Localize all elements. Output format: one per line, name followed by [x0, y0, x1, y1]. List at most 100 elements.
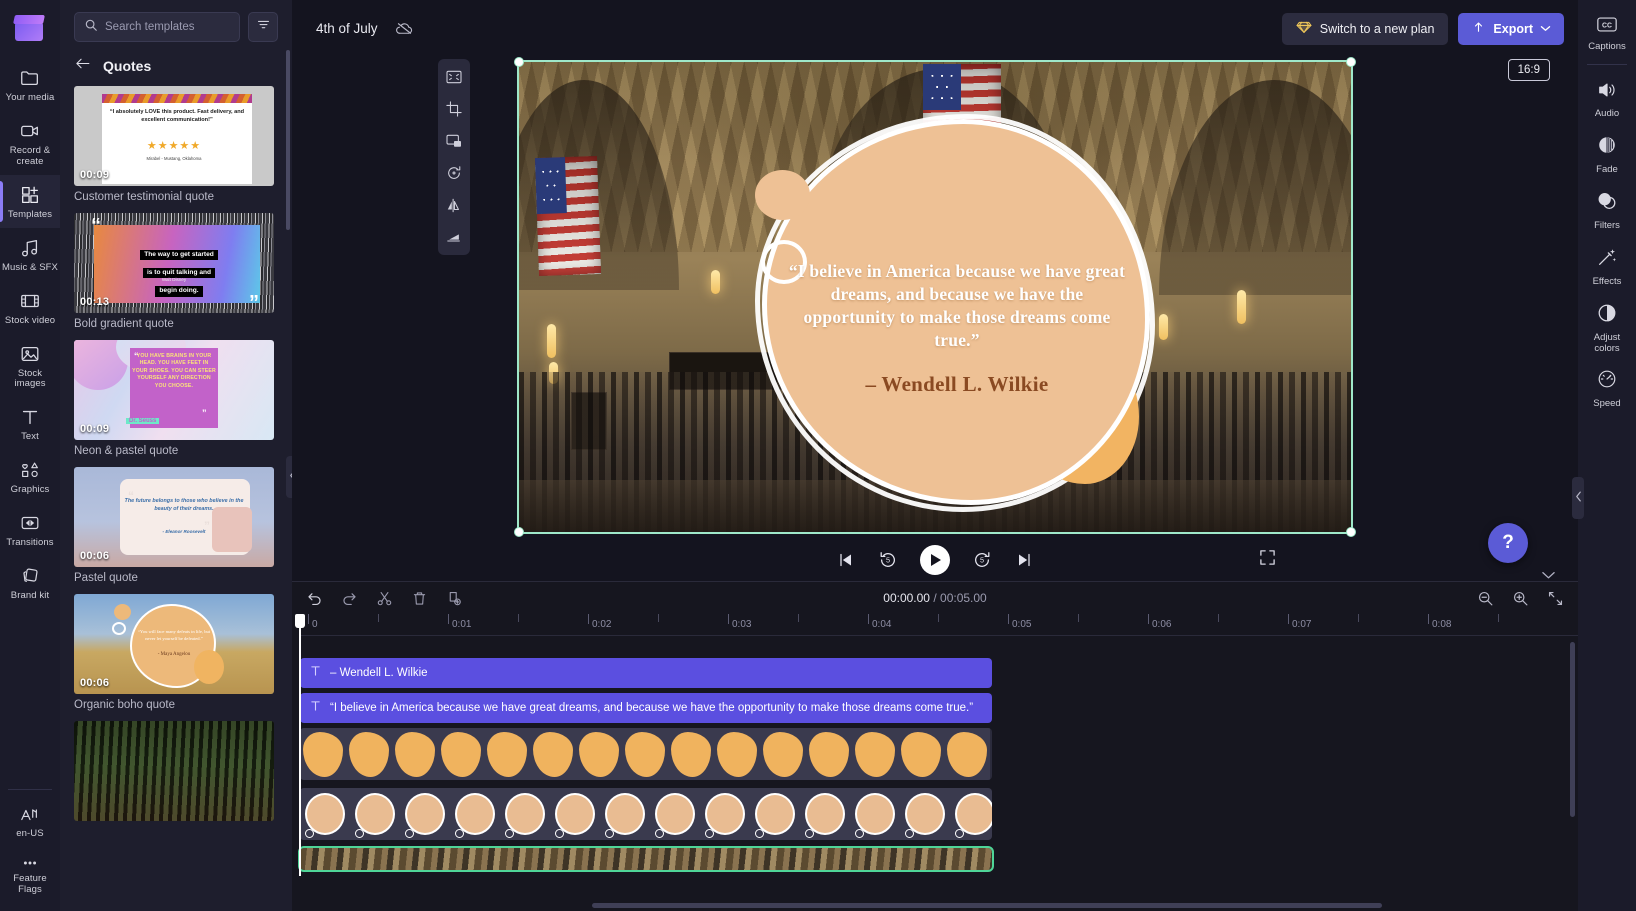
sidebar-item-templates[interactable]: Templates [0, 174, 60, 228]
list-item[interactable]: “I absolutely LOVE this product. Fast de… [74, 86, 278, 203]
sidebar-item-text[interactable]: Text [0, 397, 60, 450]
fit-timeline-icon[interactable] [1547, 590, 1564, 607]
aspect-ratio-button[interactable]: 16:9 [1507, 59, 1550, 81]
table-row[interactable]: “I believe in America because we have gr… [300, 693, 992, 723]
playhead[interactable] [295, 614, 305, 876]
clip-frame [350, 788, 400, 840]
search-input[interactable] [105, 21, 230, 33]
forward-5s-button[interactable]: 5 [972, 550, 992, 570]
clipchamp-logo[interactable] [13, 14, 47, 42]
table-row[interactable] [298, 846, 994, 872]
tab-filters[interactable]: Filters [1578, 182, 1636, 238]
flip-vertical-icon[interactable] [441, 225, 467, 249]
sidebar-item-stock-video[interactable]: Stock video [0, 281, 60, 334]
filter-button[interactable] [248, 12, 278, 42]
rotate-icon[interactable] [441, 161, 467, 185]
panel-scrollbar[interactable] [286, 50, 290, 230]
tab-effects[interactable]: Effects [1578, 238, 1636, 294]
duplicate-button[interactable] [446, 590, 463, 607]
fullscreen-button[interactable] [1259, 549, 1276, 571]
delete-button[interactable] [411, 590, 428, 607]
skip-to-end-button[interactable] [1014, 550, 1034, 570]
template-list[interactable]: “I absolutely LOVE this product. Fast de… [60, 86, 292, 911]
list-item[interactable]: “ ” The way to get started is to quit ta… [74, 213, 278, 330]
template-thumbnail[interactable]: “I absolutely LOVE this product. Fast de… [74, 86, 274, 186]
language-selector[interactable]: en-US [0, 796, 60, 847]
table-row[interactable]: – Wendell L. Wilkie [300, 658, 992, 688]
quote-text[interactable]: “I believe in America because we have gr… [787, 260, 1127, 352]
sidebar-item-music-sfx[interactable]: Music & SFX [0, 228, 60, 281]
sidebar-item-label: Brand kit [10, 590, 50, 602]
template-thumbnail[interactable]: “ ” The future belongs to those who beli… [74, 467, 274, 567]
flip-horizontal-icon[interactable] [441, 193, 467, 217]
back-button[interactable] [74, 56, 91, 76]
tab-audio[interactable]: Audio [1578, 72, 1636, 126]
skip-to-start-button[interactable] [836, 550, 856, 570]
tab-speed[interactable]: Speed [1578, 360, 1636, 416]
player-controls: 5 5 ? [292, 523, 1578, 581]
template-thumbnail[interactable]: “You will face many defeats in life, but… [74, 594, 274, 694]
help-button[interactable]: ? [1488, 523, 1528, 563]
switch-plan-button[interactable]: Switch to a new plan [1281, 12, 1449, 45]
list-item[interactable] [74, 721, 278, 821]
thumb-lines: The way to get started is to quit talkin… [108, 243, 250, 298]
chevron-left-icon [1575, 489, 1582, 507]
thumb-quote: “You will face many defeats in life, but… [137, 629, 211, 642]
sidebar-item-graphics[interactable]: Graphics [0, 450, 60, 503]
crop-icon[interactable] [441, 97, 467, 121]
duration-badge: 00:09 [80, 169, 110, 181]
timeline-horizontal-scrollbar[interactable] [592, 903, 1382, 908]
sidebar-item-brand-kit[interactable]: Brand kit [0, 556, 60, 609]
sidebar-item-your-media[interactable]: Your media [0, 58, 60, 111]
video-preview[interactable]: “I believe in America because we have gr… [517, 60, 1353, 534]
template-thumbnail[interactable] [74, 721, 274, 821]
project-name[interactable]: 4th of July [316, 21, 378, 36]
table-row[interactable] [300, 728, 992, 780]
export-button[interactable]: Export [1458, 12, 1564, 45]
film-icon [19, 290, 41, 312]
feature-flags-button[interactable]: Feature Flags [0, 847, 60, 903]
tab-fade[interactable]: Fade [1578, 126, 1636, 182]
rewind-5s-button[interactable]: 5 [878, 550, 898, 570]
sidebar-item-stock-images[interactable]: Stock images [0, 334, 60, 398]
search-input-wrapper[interactable] [74, 12, 240, 42]
template-thumbnail[interactable]: “ ” The way to get started is to quit ta… [74, 213, 274, 313]
ruler-tick [938, 614, 939, 622]
picture-in-picture-icon[interactable] [441, 129, 467, 153]
redo-button[interactable] [341, 590, 358, 607]
right-panel-collapse-button[interactable] [1572, 477, 1584, 519]
resize-handle-bottom-right[interactable] [1346, 527, 1356, 537]
quote-mark-icon: ” [202, 408, 207, 418]
timeline-ruler[interactable]: 0 0:01 0:02 0:03 0:04 0:05 0:06 0:07 0:0… [300, 614, 1578, 636]
zoom-out-icon[interactable] [1477, 590, 1494, 607]
upload-icon [1471, 20, 1486, 38]
cloud-off-icon[interactable] [394, 19, 415, 38]
tab-adjust-colors[interactable]: Adjust colors [1578, 294, 1636, 361]
quote-author[interactable]: – Wendell L. Wilkie [787, 372, 1127, 397]
zoom-in-icon[interactable] [1512, 590, 1529, 607]
tab-captions[interactable]: CC Captions [1578, 8, 1636, 59]
duration-badge: 00:09 [80, 423, 110, 435]
resize-handle-top-right[interactable] [1346, 57, 1356, 67]
sidebar-item-transitions[interactable]: Transitions [0, 503, 60, 556]
top-bar: 4th of July Switch to a new plan Export [292, 0, 1578, 57]
undo-button[interactable] [306, 590, 323, 607]
list-item[interactable]: “ ” YOU HAVE BRAINS IN YOUR HEAD. YOU HA… [74, 340, 278, 457]
resize-handle-bottom-left[interactable] [514, 527, 524, 537]
music-note-icon [19, 237, 41, 259]
list-item[interactable]: “ ” The future belongs to those who beli… [74, 467, 278, 584]
fit-to-screen-icon[interactable] [441, 65, 467, 89]
video-selection-frame[interactable]: “I believe in America because we have gr… [514, 57, 1356, 537]
sidebar-item-record-create[interactable]: Record & create [0, 111, 60, 175]
text-t-icon [310, 699, 321, 717]
play-button[interactable] [920, 545, 950, 575]
list-item[interactable]: “You will face many defeats in life, but… [74, 594, 278, 711]
split-button[interactable] [376, 590, 393, 607]
table-row[interactable] [300, 788, 992, 840]
clip-frame [650, 788, 700, 840]
resize-handle-top-left[interactable] [514, 57, 524, 67]
panel-collapse-button[interactable] [286, 455, 292, 498]
timeline-vertical-scrollbar[interactable] [1570, 642, 1575, 817]
template-thumbnail[interactable]: “ ” YOU HAVE BRAINS IN YOUR HEAD. YOU HA… [74, 340, 274, 440]
quote-mark-icon: “ [91, 215, 101, 237]
